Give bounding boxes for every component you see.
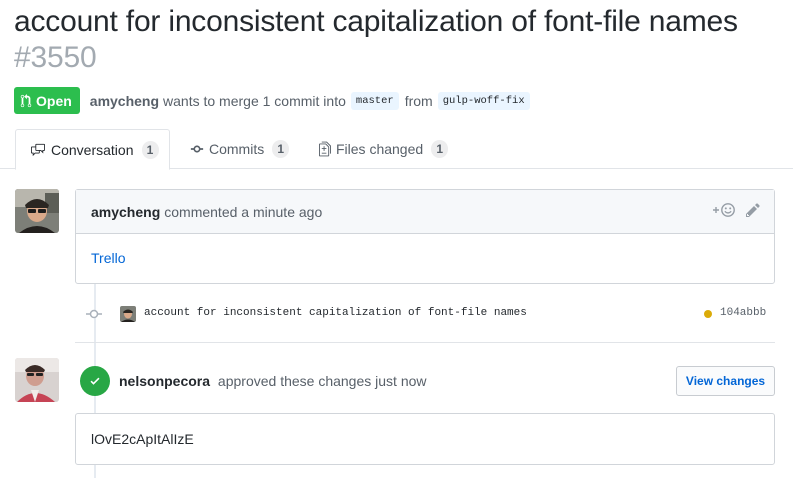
comment-author[interactable]: amycheng — [91, 204, 160, 220]
view-changes-button[interactable]: View changes — [676, 366, 775, 396]
avatar-nelsonpecora[interactable] — [15, 358, 59, 402]
tab-files-changed[interactable]: Files changed 1 — [319, 129, 449, 169]
tab-files-changed-label: Files changed — [336, 141, 424, 157]
tab-files-changed-count: 1 — [431, 140, 449, 158]
comment-body: Trello — [76, 234, 774, 282]
commit-sha-link[interactable]: 104abbb — [720, 307, 766, 319]
merge-description: wants to merge 1 commit into — [163, 92, 346, 109]
tab-conversation[interactable]: Conversation 1 — [15, 129, 170, 170]
comment-header: amycheng commented a minute ago — [76, 190, 774, 234]
comment-box: amycheng commented a minute ago Trello — [75, 189, 775, 284]
edit-pencil-icon[interactable] — [746, 202, 760, 218]
pr-author-link[interactable]: amycheng — [90, 93, 159, 109]
avatar-amycheng[interactable] — [15, 189, 59, 233]
review-action: approved these changes just now — [217, 373, 427, 389]
git-pull-request-icon — [20, 93, 32, 107]
approved-check-icon — [80, 366, 110, 396]
file-diff-icon — [319, 141, 331, 157]
pr-number: #3550 — [14, 41, 97, 74]
conversation-icon — [31, 143, 45, 156]
review-summary: nelsonpecora approved these changes just… — [119, 373, 427, 389]
tab-conversation-label: Conversation — [51, 141, 134, 158]
commit-icon — [190, 145, 204, 153]
timeline-divider — [75, 342, 775, 343]
base-branch[interactable]: master — [350, 91, 399, 110]
avatar-photo — [15, 358, 59, 402]
commit-row: account for inconsistent capitalization … — [75, 296, 775, 332]
comment-actions — [702, 202, 760, 218]
head-branch[interactable]: gulp-woff-fix — [437, 91, 530, 110]
trello-link[interactable]: Trello — [91, 250, 126, 266]
from-text: from — [404, 92, 433, 109]
commit-dot-icon — [86, 309, 102, 319]
pr-title: account for inconsistent capitalization … — [14, 4, 793, 76]
tab-commits-count: 1 — [272, 140, 290, 158]
review-author[interactable]: nelsonpecora — [119, 373, 210, 389]
add-reaction-icon[interactable] — [712, 202, 736, 218]
review-comment-body: lOvE2cApItAlIzE — [75, 413, 775, 465]
commit-status-pending-icon[interactable] — [704, 310, 712, 318]
pr-title-text: account for inconsistent capitalization … — [14, 5, 738, 38]
state-badge: Open — [14, 87, 80, 114]
commit-author-avatar[interactable] — [120, 306, 136, 322]
tab-commits[interactable]: Commits 1 — [190, 129, 290, 169]
tab-conversation-count: 1 — [141, 140, 159, 159]
tab-commits-label: Commits — [209, 141, 265, 157]
pr-tabs: Conversation 1 Commits 1 Files changed 1 — [0, 129, 793, 170]
pr-meta: Open amycheng wants to merge 1 commit in… — [14, 87, 536, 114]
avatar-photo — [15, 189, 59, 233]
state-label: Open — [36, 92, 72, 109]
comment-timestamp: commented a minute ago — [164, 203, 323, 220]
commit-message-link[interactable]: account for inconsistent capitalization … — [144, 307, 527, 319]
